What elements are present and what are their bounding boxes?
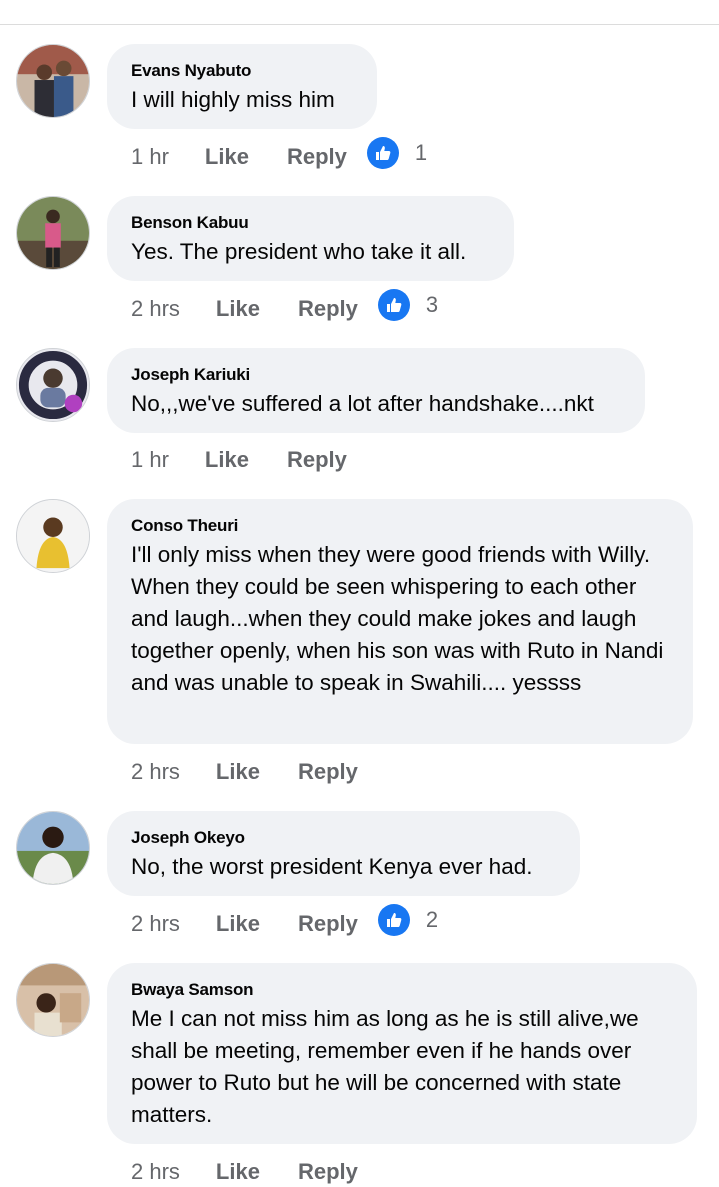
reaction-count: 2: [425, 907, 439, 932]
thumbs-up-icon: [377, 904, 410, 936]
comment-actions: 2 hrs Like Reply 2: [131, 904, 438, 939]
comment-author[interactable]: Bwaya Samson: [131, 980, 673, 1000]
reaction-summary[interactable]: 2: [377, 904, 439, 936]
reply-button[interactable]: Reply: [298, 296, 358, 322]
comment-bubble: Bwaya Samson Me I can not miss him as lo…: [107, 963, 697, 1144]
like-button[interactable]: Like: [205, 144, 249, 170]
comment-time[interactable]: 2 hrs: [131, 759, 180, 785]
like-button[interactable]: Like: [216, 296, 260, 322]
comment-bubble: Evans Nyabuto I will highly miss him: [107, 44, 377, 129]
comment-author[interactable]: Joseph Okeyo: [131, 828, 556, 848]
thumbs-up-icon: [377, 289, 410, 321]
avatar[interactable]: [16, 811, 90, 885]
comment-text: No, the worst president Kenya ever had.: [131, 854, 533, 879]
comment-time[interactable]: 2 hrs: [131, 911, 180, 937]
comment-author[interactable]: Evans Nyabuto: [131, 61, 353, 81]
avatar[interactable]: [16, 499, 90, 573]
comment-text: I will highly miss him: [131, 87, 335, 112]
like-button[interactable]: Like: [216, 1159, 260, 1185]
comment-actions: 1 hr Like Reply 1: [131, 137, 427, 172]
comment-bubble: Joseph Okeyo No, the worst president Ken…: [107, 811, 580, 896]
reaction-summary[interactable]: 1: [366, 137, 428, 169]
reply-button[interactable]: Reply: [298, 759, 358, 785]
like-button[interactable]: Like: [216, 911, 260, 937]
comment-time[interactable]: 1 hr: [131, 144, 169, 170]
comment-author[interactable]: Joseph Kariuki: [131, 365, 621, 385]
like-button[interactable]: Like: [205, 447, 249, 473]
comment-text: No,,,we've suffered a lot after handshak…: [131, 391, 594, 416]
comment-time[interactable]: 2 hrs: [131, 296, 180, 322]
avatar[interactable]: [16, 963, 90, 1037]
comment-author[interactable]: Conso Theuri: [131, 516, 669, 536]
reaction-count: 1: [414, 140, 428, 165]
top-divider: [0, 24, 719, 25]
avatar[interactable]: [16, 196, 90, 270]
comment-text: Me I can not miss him as long as he is s…: [131, 1006, 639, 1127]
thumbs-up-icon: [366, 137, 399, 169]
comment-text: Yes. The president who take it all.: [131, 239, 467, 264]
comment-actions: 2 hrs Like Reply: [131, 757, 358, 787]
reaction-summary[interactable]: 3: [377, 289, 439, 321]
reply-button[interactable]: Reply: [298, 911, 358, 937]
comment-actions: 1 hr Like Reply: [131, 445, 347, 475]
comment-bubble: Joseph Kariuki No,,,we've suffered a lot…: [107, 348, 645, 433]
avatar[interactable]: [16, 348, 90, 422]
reply-button[interactable]: Reply: [287, 144, 347, 170]
comment-bubble: Conso Theuri I'll only miss when they we…: [107, 499, 693, 744]
comment-text: I'll only miss when they were good frien…: [131, 542, 664, 695]
like-button[interactable]: Like: [216, 759, 260, 785]
comment-bubble: Benson Kabuu Yes. The president who take…: [107, 196, 514, 281]
reply-button[interactable]: Reply: [287, 447, 347, 473]
comment-author[interactable]: Benson Kabuu: [131, 213, 490, 233]
reply-button[interactable]: Reply: [298, 1159, 358, 1185]
comment-actions: 2 hrs Like Reply 3: [131, 289, 438, 324]
avatar[interactable]: [16, 44, 90, 118]
reaction-count: 3: [425, 292, 439, 317]
comment-time[interactable]: 1 hr: [131, 447, 169, 473]
comment-time[interactable]: 2 hrs: [131, 1159, 180, 1185]
